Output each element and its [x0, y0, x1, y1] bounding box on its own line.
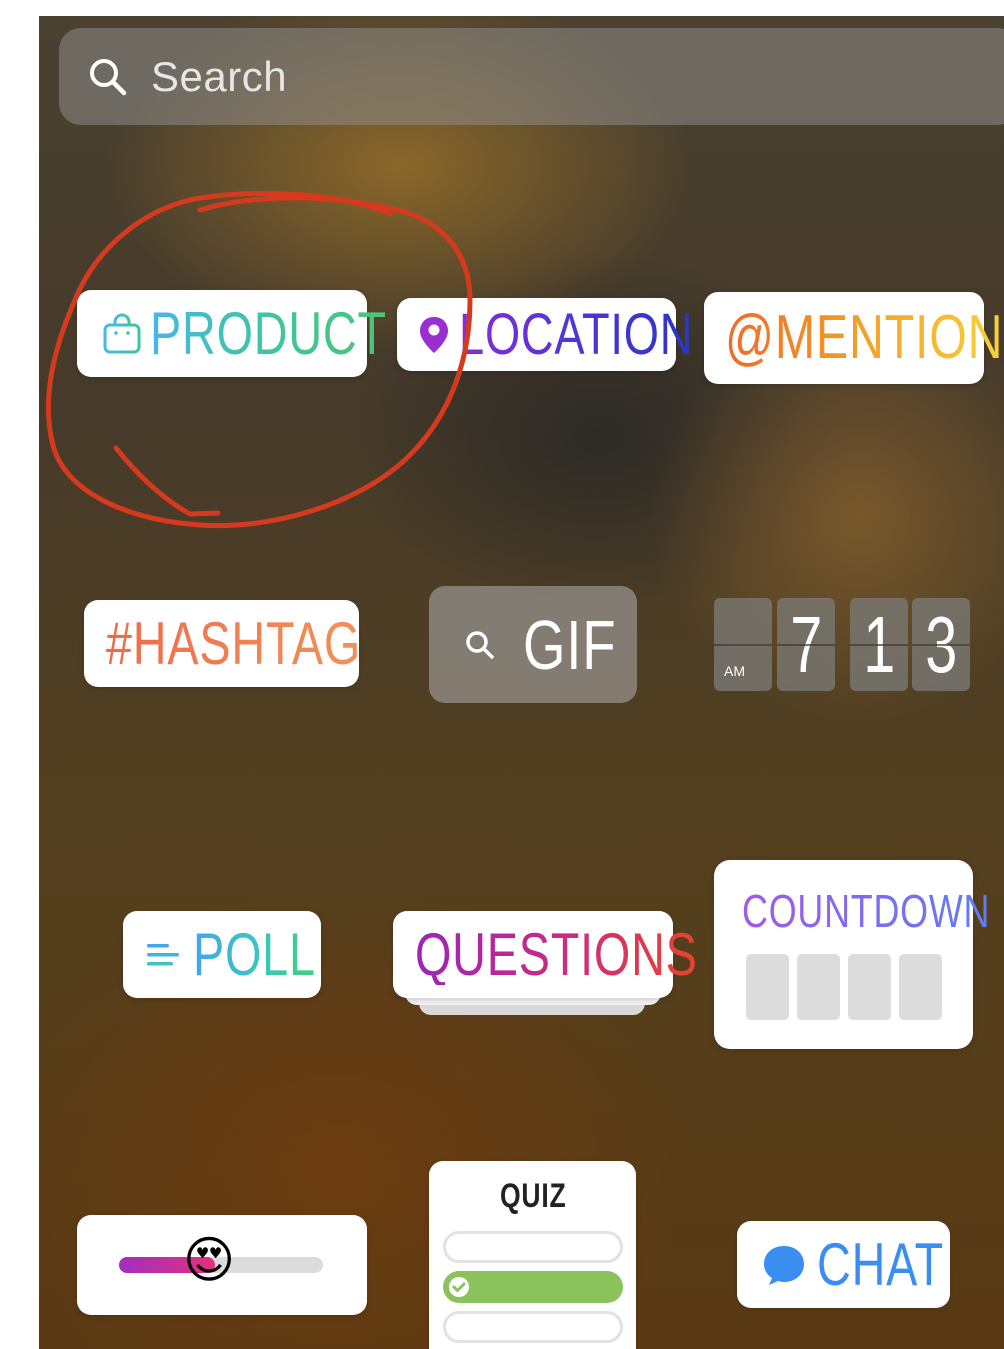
gif-search-icon	[466, 630, 494, 659]
countdown-digit-box	[898, 954, 942, 1020]
countdown-digit-box	[796, 954, 840, 1020]
emoji-slider-sticker[interactable]: 😍	[77, 1215, 367, 1315]
poll-sticker[interactable]: POLL	[123, 911, 321, 998]
time-hour-tile: 7	[777, 598, 835, 691]
search-bar[interactable]: Search	[59, 28, 1004, 125]
quiz-label: QUIZ	[499, 1177, 566, 1215]
mention-sticker[interactable]: @MENTION	[704, 292, 1003, 384]
location-sticker[interactable]: LOCATION	[397, 298, 692, 371]
search-placeholder: Search	[151, 52, 288, 100]
countdown-label: COUNTDOWN	[741, 885, 990, 937]
quiz-sticker[interactable]: QUIZ	[429, 1161, 636, 1349]
countdown-digit-box	[847, 954, 891, 1020]
quiz-option	[442, 1311, 623, 1343]
hashtag-sticker[interactable]: #HASHTAG	[84, 600, 361, 687]
time-minute-ones-tile: 3	[912, 598, 970, 691]
chat-bubble-icon	[763, 1245, 804, 1285]
hashtag-label: #HASHTAG	[105, 609, 361, 677]
chat-sticker[interactable]: CHAT	[737, 1221, 950, 1308]
countdown-digit-box	[745, 954, 789, 1020]
product-sticker[interactable]: PRODUCT	[77, 290, 386, 377]
gif-sticker[interactable]: GIF	[429, 586, 637, 703]
time-ampm-tile: AM	[714, 598, 772, 691]
chat-label: CHAT	[816, 1230, 944, 1298]
map-pin-icon	[419, 316, 448, 353]
questions-label: QUESTIONS	[415, 920, 698, 988]
countdown-digit-boxes	[745, 954, 942, 1020]
search-icon	[90, 58, 127, 95]
quiz-option-correct	[442, 1271, 623, 1303]
sticker-tray: Search PRODUCT LOCATION @MENTION #HASHTA…	[39, 16, 1004, 1349]
questions-sticker[interactable]: QUESTIONS	[393, 911, 697, 1021]
time-minute-tens-tile: 1	[850, 598, 908, 691]
gif-label: GIF	[523, 605, 617, 684]
mention-label: @MENTION	[725, 303, 1004, 372]
time-ampm: AM	[724, 663, 745, 679]
countdown-sticker[interactable]: COUNTDOWN	[714, 860, 989, 1049]
time-sticker[interactable]: AM 7 1 3	[714, 598, 974, 694]
poll-label: POLL	[193, 920, 316, 988]
product-label: PRODUCT	[149, 299, 387, 367]
poll-lines-icon	[147, 943, 179, 965]
shopping-bag-icon	[103, 313, 140, 353]
checkmark-icon	[448, 1277, 469, 1297]
questions-card: QUESTIONS	[393, 911, 697, 998]
location-label: LOCATION	[458, 301, 693, 367]
quiz-option	[442, 1231, 623, 1263]
slider-emoji-heart-eyes[interactable]: 😍	[183, 1235, 235, 1285]
